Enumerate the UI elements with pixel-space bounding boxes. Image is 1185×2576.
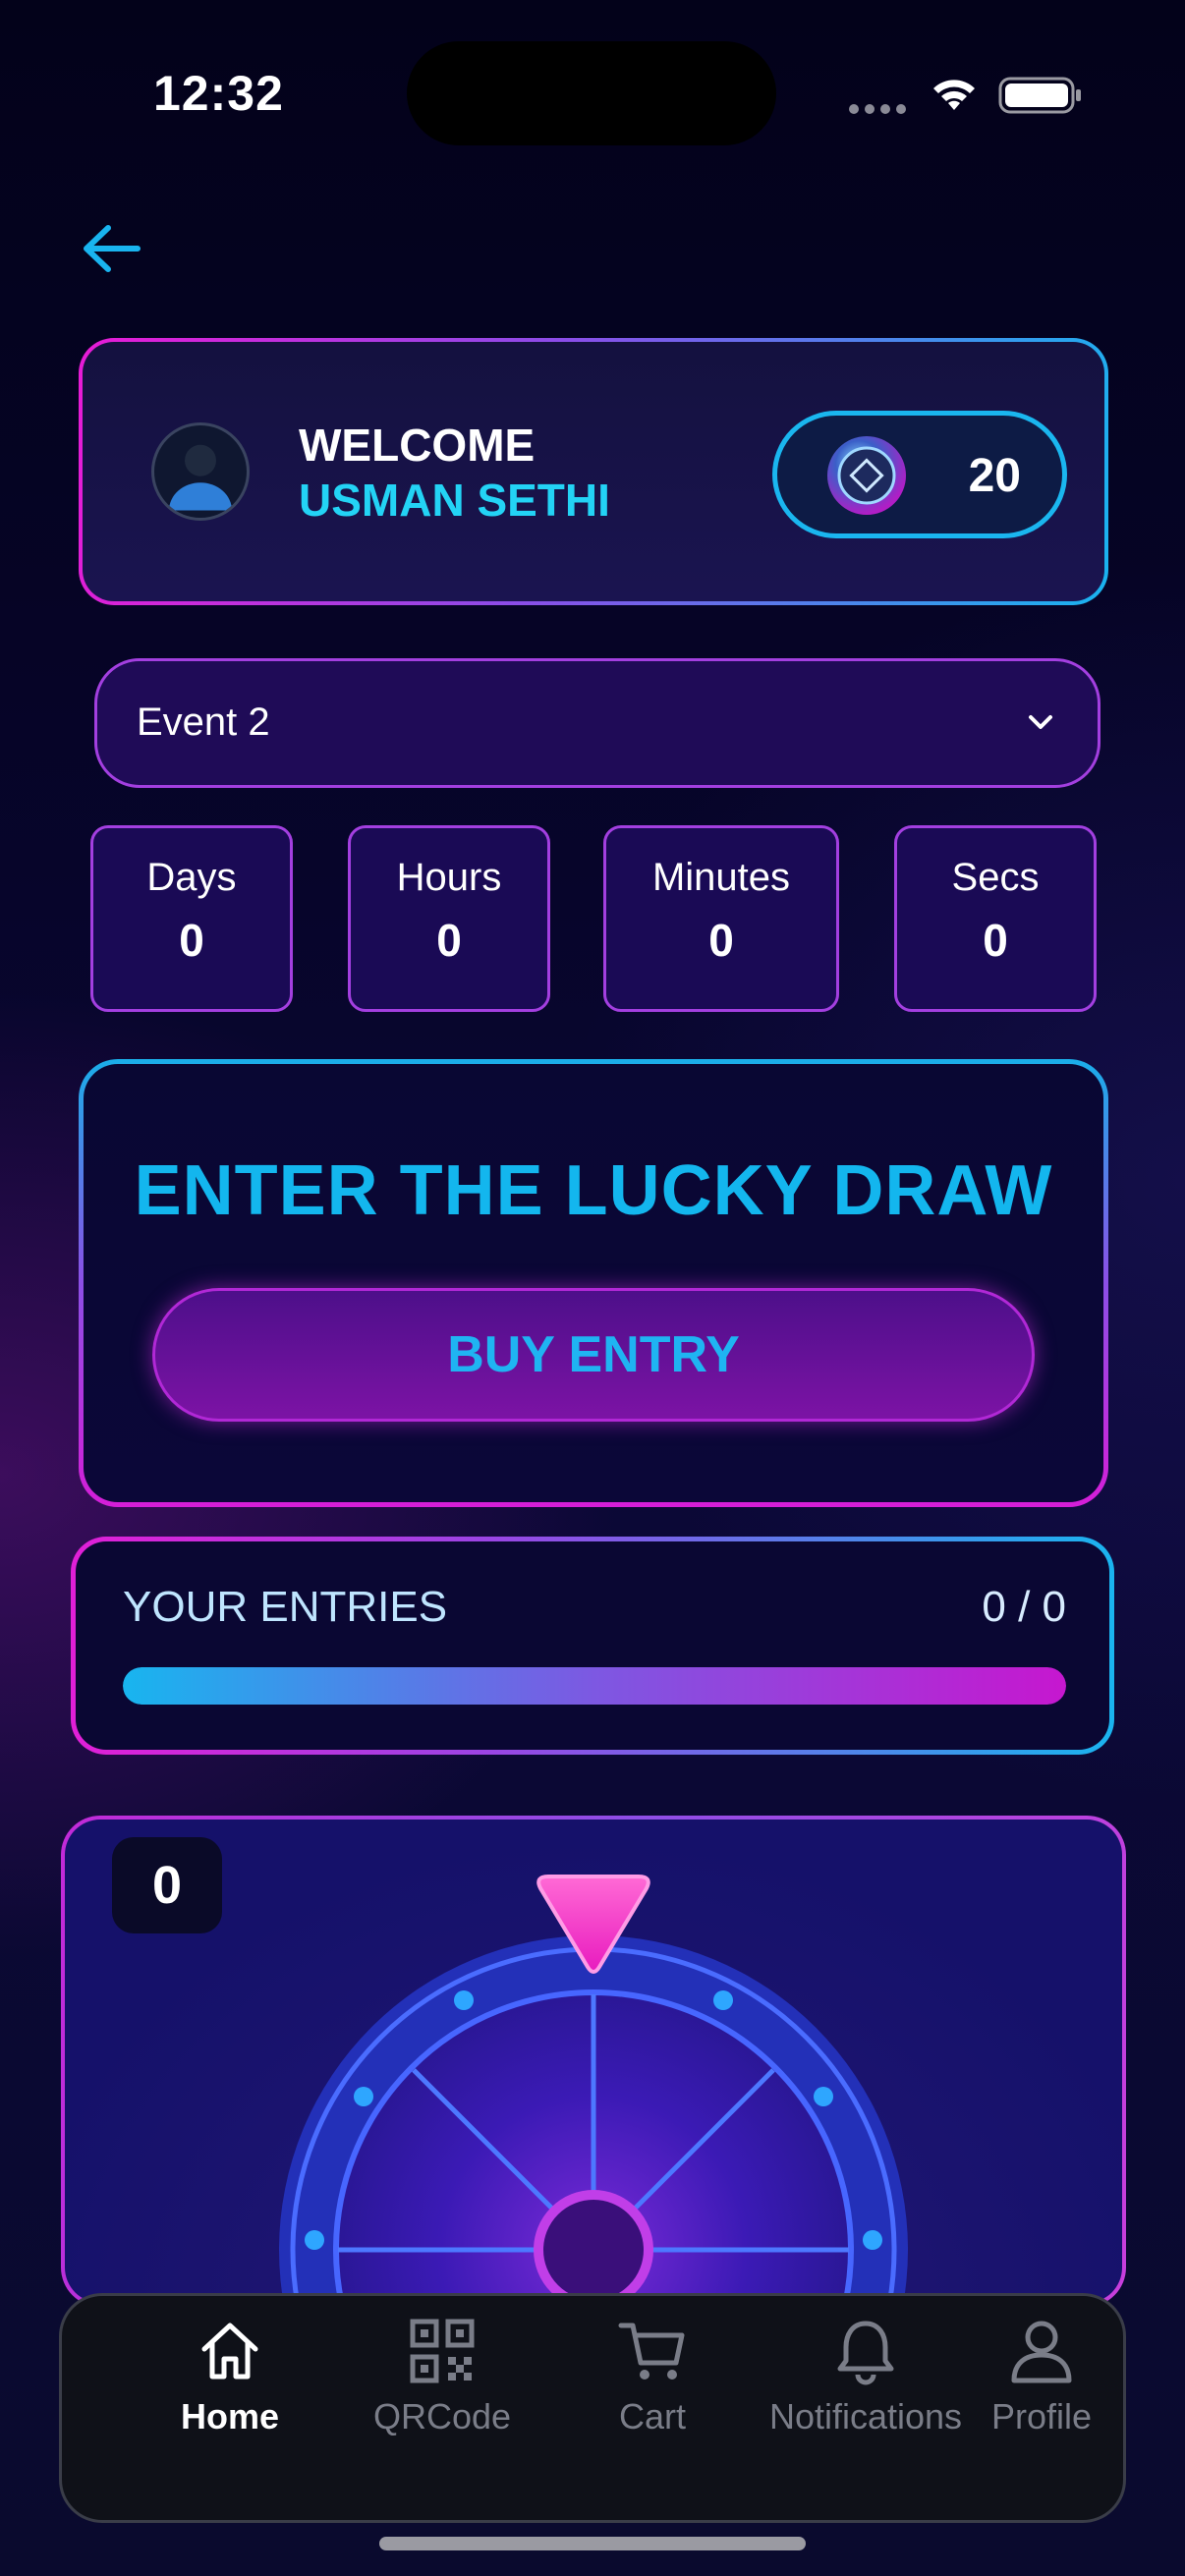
tab-cart[interactable]: Cart: [549, 2316, 756, 2453]
qr-code-icon: [410, 2319, 475, 2383]
battery-icon: [998, 77, 1081, 114]
event-select[interactable]: Event 2: [94, 658, 1100, 788]
countdown-seconds: Secs 0: [894, 825, 1097, 1012]
tab-qrcode[interactable]: QRCode: [339, 2316, 545, 2453]
wheel-hub: [534, 2190, 653, 2303]
countdown-minutes: Minutes 0: [603, 825, 839, 1012]
coin-count: 20: [968, 450, 1021, 502]
bell-icon: [837, 2321, 894, 2385]
home-indicator: [379, 2537, 806, 2550]
tab-label: QRCode: [372, 2396, 512, 2436]
welcome-card: WELCOME USMAN SETHI 20: [79, 338, 1108, 605]
cellular-signal-icon: [849, 104, 906, 114]
countdown-days: Days 0: [90, 825, 293, 1012]
entries-progress-fill: [123, 1667, 1066, 1705]
tab-label: Profile: [990, 2396, 1093, 2436]
user-avatar-icon: [169, 444, 232, 511]
tab-home[interactable]: Home: [127, 2316, 333, 2453]
entries-card: YOUR ENTRIES 0 / 0: [71, 1537, 1114, 1755]
chevron-down-icon: [1029, 715, 1052, 729]
countdown-value: 0: [708, 915, 734, 966]
entries-label: YOUR ENTRIES: [123, 1583, 448, 1631]
countdown-value: 0: [436, 915, 462, 966]
buy-entry-button[interactable]: BUY ENTRY: [152, 1288, 1035, 1422]
dynamic-island: [407, 41, 776, 145]
event-select-value: Event 2: [137, 700, 270, 744]
spin-count-badge: 0: [112, 1837, 222, 1933]
lucky-draw-title: ENTER THE LUCKY DRAW: [134, 1151, 1053, 1230]
coin-balance[interactable]: 20: [772, 411, 1067, 538]
bottom-tab-bar: Home QRCode Cart Notifications Profile: [59, 2293, 1126, 2523]
cart-icon: [618, 2323, 685, 2380]
spin-wheel[interactable]: [65, 1820, 1122, 2303]
entries-progress-bar: [123, 1667, 1066, 1705]
countdown-label: Secs: [951, 856, 1040, 899]
tab-label: Cart: [618, 2396, 686, 2436]
countdown-hours: Hours 0: [348, 825, 550, 1012]
tab-notifications[interactable]: Notifications: [746, 2316, 986, 2453]
countdown-label: Days: [146, 856, 237, 899]
tab-label: Home: [180, 2396, 280, 2436]
user-name: USMAN SETHI: [299, 475, 610, 526]
entries-count: 0 / 0: [982, 1583, 1066, 1631]
countdown-label: Hours: [396, 856, 502, 899]
avatar[interactable]: [151, 422, 250, 521]
countdown-label: Minutes: [651, 856, 791, 899]
status-time: 12:32: [153, 66, 284, 121]
tab-label: Notifications: [768, 2396, 963, 2436]
countdown-value: 0: [983, 915, 1008, 966]
countdown-value: 0: [179, 915, 204, 966]
home-icon: [201, 2323, 258, 2380]
arrow-left-icon[interactable]: [77, 214, 145, 283]
welcome-label: WELCOME: [299, 420, 536, 471]
spin-wheel-card: 0: [61, 1816, 1126, 2307]
profile-icon: [1011, 2321, 1072, 2383]
coin-icon: [827, 436, 906, 515]
tab-profile[interactable]: Profile: [968, 2316, 1115, 2453]
wifi-icon: [933, 80, 975, 110]
buy-entry-label: BUY ENTRY: [447, 1326, 740, 1383]
lucky-draw-card: ENTER THE LUCKY DRAW BUY ENTRY: [79, 1059, 1108, 1507]
